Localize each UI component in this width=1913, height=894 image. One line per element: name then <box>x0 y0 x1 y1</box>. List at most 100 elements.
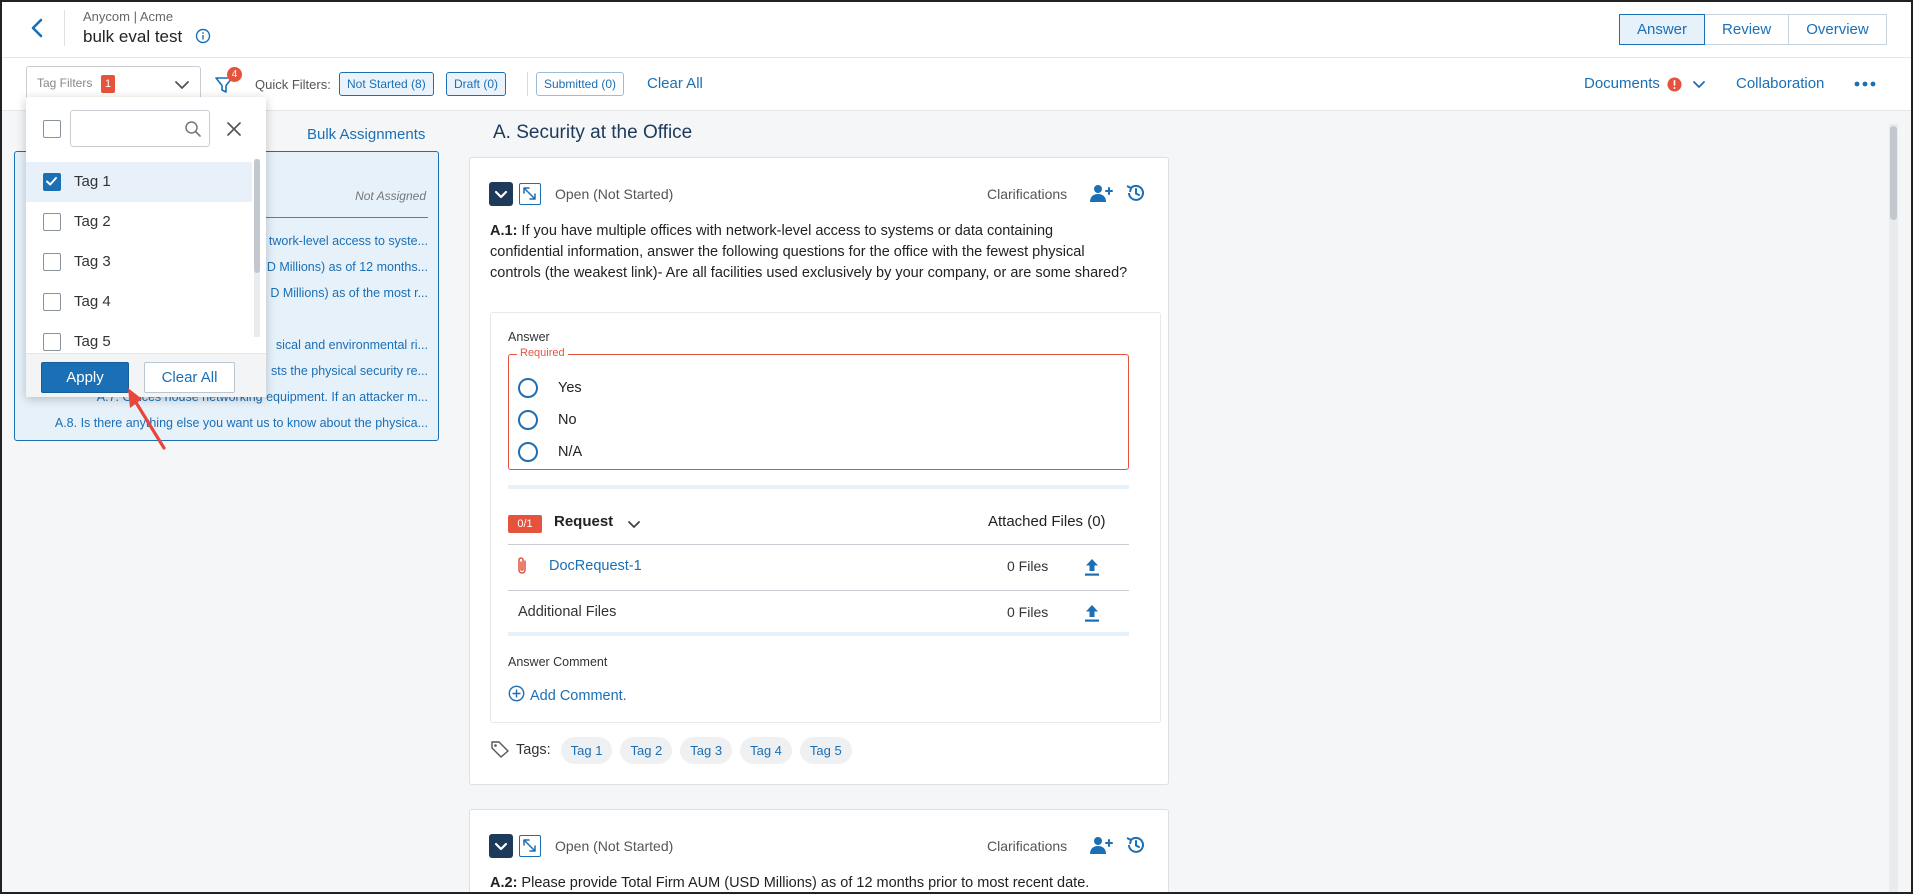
tab-review[interactable]: Review <box>1704 14 1790 45</box>
documents-link[interactable]: Documents <box>1584 75 1660 92</box>
question-text: A.2: Please provide Total Firm AUM (USD … <box>490 873 1150 894</box>
more-options-icon[interactable] <box>1853 74 1877 94</box>
tag-pill[interactable]: Tag 3 <box>680 736 733 764</box>
dropdown-scrollbar-thumb[interactable] <box>254 159 260 273</box>
upload-icon[interactable] <box>1083 557 1101 577</box>
question-tags: Tags: Tag 1 Tag 2 Tag 3 Tag 4 Tag 5 <box>490 736 860 764</box>
expand-icon[interactable] <box>519 183 541 205</box>
answer-label: Answer <box>508 330 550 344</box>
tag-option-4[interactable]: Tag 4 <box>26 282 252 322</box>
clarifications-link[interactable]: Clarifications <box>987 186 1067 202</box>
radio-button[interactable] <box>518 378 538 398</box>
question-body: Please provide Total Firm AUM (USD Milli… <box>517 875 1090 891</box>
page-scrollbar-thumb[interactable] <box>1890 126 1897 220</box>
section-title: A. Security at the Office <box>493 122 693 143</box>
doc-request-link[interactable]: DocRequest-1 <box>549 558 642 574</box>
request-title: Request <box>554 513 614 530</box>
page-title: bulk eval test <box>83 27 183 46</box>
tag-pill[interactable]: Tag 1 <box>560 736 613 764</box>
clear-all-filters-link[interactable]: Clear All <box>647 75 703 92</box>
tag-option-3[interactable]: Tag 3 <box>26 242 252 282</box>
radio-button[interactable] <box>518 410 538 430</box>
answer-comment-label: Answer Comment <box>508 655 608 669</box>
tags-label: Tags: <box>516 742 551 758</box>
assign-user-icon[interactable] <box>1089 835 1113 855</box>
tag-option-label: Tag 5 <box>74 333 111 350</box>
info-icon[interactable] <box>195 28 211 44</box>
section-separator <box>508 632 1129 636</box>
back-arrow-icon[interactable] <box>26 16 50 40</box>
radio-label: N/A <box>558 444 583 460</box>
radio-button[interactable] <box>518 442 538 462</box>
question-number: A.1: <box>490 223 518 239</box>
assign-user-icon[interactable] <box>1089 183 1113 203</box>
view-tabs: Answer Review Overview <box>1619 14 1887 45</box>
additional-files-label: Additional Files <box>518 604 617 620</box>
row-divider <box>508 544 1129 545</box>
tag-filter-dropdown: Tag 1 Tag 2 Tag 3 Tag 4 Tag 5 Apply Clea… <box>26 97 266 397</box>
collaboration-link[interactable]: Collaboration <box>1736 75 1824 92</box>
question-number: A.2: <box>490 875 518 891</box>
collapse-icon[interactable] <box>489 182 513 206</box>
tag-option-1[interactable]: Tag 1 <box>26 162 252 202</box>
history-icon[interactable] <box>1125 182 1147 204</box>
radio-label: No <box>558 412 577 428</box>
chip-submitted[interactable]: Submitted (0) <box>536 72 625 96</box>
history-icon[interactable] <box>1125 834 1147 856</box>
section-separator <box>508 485 1129 489</box>
tag-option-2[interactable]: Tag 2 <box>26 202 252 242</box>
clarifications-link[interactable]: Clarifications <box>987 838 1067 854</box>
add-comment-label: Add Comment. <box>530 687 627 704</box>
tag-filters-select[interactable]: Tag Filters 1 <box>26 66 201 101</box>
additional-file-count: 0 Files <box>1007 604 1049 620</box>
required-radio-group: Required Yes No N/A <box>508 347 1129 470</box>
nav-question-a8[interactable]: A.8. Is there anything else you want us … <box>15 416 428 430</box>
quick-filters-label: Quick Filters: <box>255 77 331 92</box>
tag-option-label: Tag 2 <box>74 213 111 230</box>
add-comment-button[interactable]: Add Comment. <box>508 685 627 706</box>
checkbox[interactable] <box>43 173 61 191</box>
question-status: Open (Not Started) <box>555 186 674 202</box>
checkbox[interactable] <box>43 333 61 351</box>
checkbox[interactable] <box>43 213 61 231</box>
filter-bar: Tag Filters 1 4 Quick Filters: Not Start… <box>0 58 1913 111</box>
tag-option-label: Tag 4 <box>74 293 111 310</box>
checkbox[interactable] <box>43 253 61 271</box>
assignee-status: Not Assigned <box>355 189 426 203</box>
tab-overview[interactable]: Overview <box>1788 14 1887 45</box>
panel-divider <box>255 217 428 218</box>
tag-options-list: Tag 1 Tag 2 Tag 3 Tag 4 Tag 5 <box>26 155 252 353</box>
documents-chevron-down-icon[interactable] <box>1690 75 1708 93</box>
doc-request-file-count: 0 Files <box>1007 558 1049 574</box>
chip-not-started[interactable]: Not Started (8) <box>339 72 434 96</box>
annotation-arrow-icon <box>118 384 168 452</box>
tag-pill[interactable]: Tag 5 <box>799 736 852 764</box>
close-icon[interactable] <box>224 119 244 139</box>
request-chevron-down-icon[interactable] <box>626 516 642 532</box>
chip-draft[interactable]: Draft (0) <box>446 72 507 96</box>
apply-button[interactable]: Apply <box>41 362 129 393</box>
quick-filters-divider <box>527 72 528 96</box>
tag-filters-count-badge: 1 <box>101 75 115 93</box>
search-icon <box>184 120 202 138</box>
breadcrumb[interactable]: Anycom | Acme <box>83 9 173 24</box>
question-card-a2: Open (Not Started) Clarifications A.2: P… <box>469 809 1169 894</box>
tab-answer[interactable]: Answer <box>1619 14 1706 45</box>
checkbox[interactable] <box>43 293 61 311</box>
collapse-icon[interactable] <box>489 834 513 858</box>
question-card-a1: Open (Not Started) Clarifications A.1: I… <box>469 157 1169 785</box>
tag-search-input[interactable] <box>70 110 210 147</box>
tag-option-label: Tag 3 <box>74 253 111 270</box>
tag-icon <box>490 740 510 761</box>
attached-files-title: Attached Files (0) <box>988 513 1106 530</box>
upload-icon[interactable] <box>1083 603 1101 623</box>
bulk-assignments-link[interactable]: Bulk Assignments <box>307 126 425 143</box>
filter-count-badge: 4 <box>227 67 242 82</box>
tag-option-label: Tag 1 <box>74 173 111 190</box>
expand-icon[interactable] <box>519 835 541 857</box>
request-count-badge: 0/1 <box>508 515 542 533</box>
tag-pill[interactable]: Tag 4 <box>740 736 792 764</box>
tag-option-5[interactable]: Tag 5 <box>26 322 252 353</box>
tag-pill[interactable]: Tag 2 <box>620 736 673 764</box>
select-all-checkbox[interactable] <box>43 120 61 138</box>
